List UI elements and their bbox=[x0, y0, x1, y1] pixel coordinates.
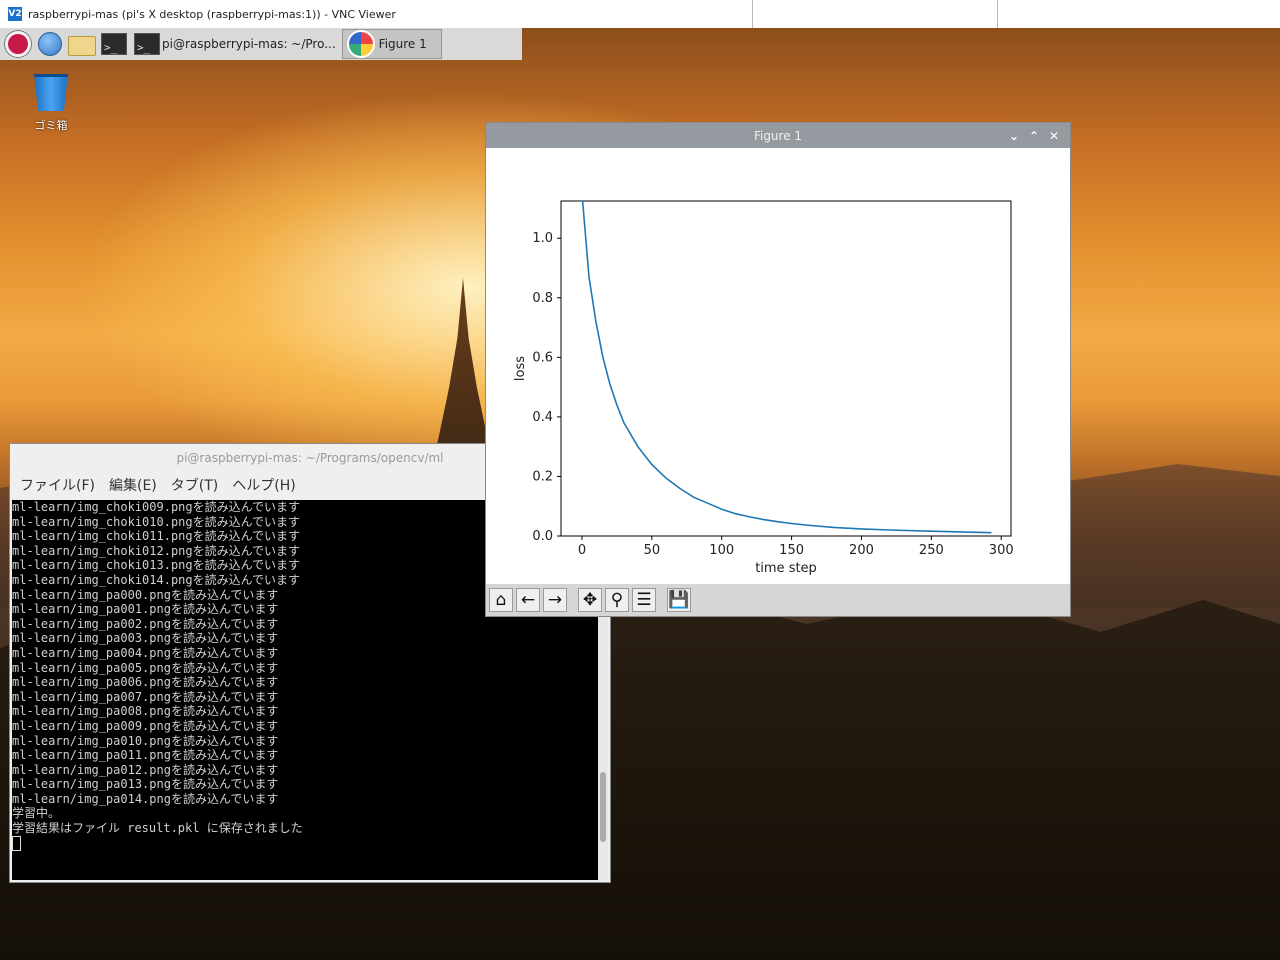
figure-title-bar[interactable]: Figure 1 ⌄ ⌃ ✕ bbox=[486, 123, 1070, 148]
close-icon[interactable]: ✕ bbox=[1044, 129, 1064, 143]
plot-canvas[interactable]: 0 50 100 150 200 250 300 0.0 0.2 0.4 0.6 0.8 1.0 time… bbox=[486, 148, 1070, 584]
terminal-line: ml-learn/img_pa014.pngを読み込んでいます bbox=[12, 791, 279, 806]
terminal-line: ml-learn/img_pa008.pngを読み込んでいます bbox=[12, 704, 279, 719]
terminal-launcher-icon[interactable]: >_ bbox=[100, 30, 128, 58]
terminal-cursor bbox=[12, 835, 21, 851]
y-tick-label: 1.0 bbox=[532, 231, 553, 246]
x-tick-label: 50 bbox=[644, 543, 661, 558]
trash-label: ゴミ箱 bbox=[34, 119, 68, 132]
y-tick-label: 0.0 bbox=[532, 529, 553, 544]
menu-file[interactable]: ファイル(F) bbox=[20, 475, 95, 495]
terminal-cursor-line bbox=[12, 835, 596, 851]
terminal-line: ml-learn/img_pa006.pngを読み込んでいます bbox=[12, 675, 279, 690]
figure-toolbar: ⌂ ← → ✥ ⚲ ☰ 💾 bbox=[486, 584, 1070, 616]
terminal-line: ml-learn/img_pa003.pngを読み込んでいます bbox=[12, 631, 279, 646]
figure-title: Figure 1 bbox=[753, 128, 803, 143]
terminal-line: ml-learn/img_pa005.pngを読み込んでいます bbox=[12, 660, 279, 675]
y-tick-label: 0.4 bbox=[532, 410, 553, 425]
zoom-magnifier-icon[interactable]: ⚲ bbox=[605, 588, 629, 612]
terminal-title: pi@raspberrypi-mas: ~/Programs/opencv/ml bbox=[176, 451, 444, 465]
raspberry-pi-menu-icon[interactable] bbox=[4, 30, 32, 58]
save-disk-icon[interactable]: 💾 bbox=[667, 588, 691, 612]
task-label: Figure 1 bbox=[378, 37, 427, 51]
y-tick-label: 0.2 bbox=[532, 469, 553, 484]
file-manager-icon[interactable] bbox=[68, 30, 96, 58]
back-arrow-icon[interactable]: ← bbox=[516, 588, 540, 612]
terminal-line: 学習結果はファイル result.pkl に保存されました bbox=[12, 821, 303, 836]
web-browser-icon[interactable] bbox=[36, 30, 64, 58]
subplot-config-icon[interactable]: ☰ bbox=[632, 588, 656, 612]
terminal-line: ml-learn/img_pa007.pngを読み込んでいます bbox=[12, 689, 279, 704]
minimize-icon[interactable]: ⌄ bbox=[1004, 129, 1024, 143]
terminal-line: ml-learn/img_pa010.pngを読み込んでいます bbox=[12, 733, 279, 748]
terminal-line: ml-learn/img_pa004.pngを読み込んでいます bbox=[12, 645, 279, 660]
x-tick-label: 300 bbox=[989, 543, 1014, 558]
y-tick-label: 0.6 bbox=[532, 350, 553, 365]
y-tick-label: 0.8 bbox=[532, 291, 553, 306]
home-icon[interactable]: ⌂ bbox=[489, 588, 513, 612]
terminal-line: ml-learn/img_pa013.pngを読み込んでいます bbox=[12, 777, 279, 792]
trash-desktop-item[interactable]: ゴミ箱 bbox=[26, 74, 76, 133]
x-tick-label: 150 bbox=[779, 543, 804, 558]
terminal-line: ml-learn/img_pa012.pngを読み込んでいます bbox=[12, 762, 279, 777]
matplotlib-icon bbox=[346, 30, 375, 58]
forward-arrow-icon[interactable]: → bbox=[543, 588, 567, 612]
terminal-icon: >_ bbox=[134, 33, 160, 55]
x-tick-label: 200 bbox=[849, 543, 874, 558]
taskbar: >_ >_ pi@raspberrypi-mas: ~/Pro... Figur… bbox=[0, 28, 522, 60]
x-tick-label: 250 bbox=[919, 543, 944, 558]
taskbar-task-terminal[interactable]: >_ pi@raspberrypi-mas: ~/Pro... bbox=[134, 29, 336, 59]
maximize-icon[interactable]: ⌃ bbox=[1024, 129, 1044, 143]
vnc-window-title: raspberrypi-mas (pi's X desktop (raspber… bbox=[28, 7, 396, 21]
x-axis-label: time step bbox=[755, 561, 817, 576]
trash-icon bbox=[34, 74, 68, 111]
task-label: pi@raspberrypi-mas: ~/Pro... bbox=[162, 37, 336, 51]
x-tick-label: 0 bbox=[578, 543, 586, 558]
y-axis-label: loss bbox=[513, 356, 528, 381]
terminal-line: 学習中。 bbox=[12, 806, 61, 821]
taskbar-task-figure[interactable]: Figure 1 bbox=[341, 29, 442, 59]
menu-edit[interactable]: 編集(E) bbox=[109, 475, 157, 495]
terminal-line: ml-learn/img_pa002.pngを読み込んでいます bbox=[12, 616, 279, 631]
pan-icon[interactable]: ✥ bbox=[578, 588, 602, 612]
plot-axes-frame bbox=[560, 200, 1012, 537]
vnc-title-bar: V2 raspberrypi-mas (pi's X desktop (rasp… bbox=[0, 0, 1280, 31]
vnc-toolbar-tab[interactable] bbox=[752, 0, 998, 31]
scrollbar-thumb[interactable] bbox=[600, 772, 606, 842]
menu-help[interactable]: ヘルプ(H) bbox=[232, 475, 295, 495]
desktop: >_ >_ pi@raspberrypi-mas: ~/Pro... Figur… bbox=[0, 28, 1280, 960]
figure-window: Figure 1 ⌄ ⌃ ✕ 0 50 100 150 200 250 300 0.0 0.2 0… bbox=[486, 123, 1070, 616]
menu-tabs[interactable]: タブ(T) bbox=[171, 475, 218, 495]
vnc-app-icon: V2 bbox=[8, 7, 22, 21]
terminal-line: ml-learn/img_pa009.pngを読み込んでいます bbox=[12, 718, 279, 733]
terminal-line: ml-learn/img_pa011.pngを読み込んでいます bbox=[12, 748, 279, 763]
x-tick-label: 100 bbox=[709, 543, 734, 558]
